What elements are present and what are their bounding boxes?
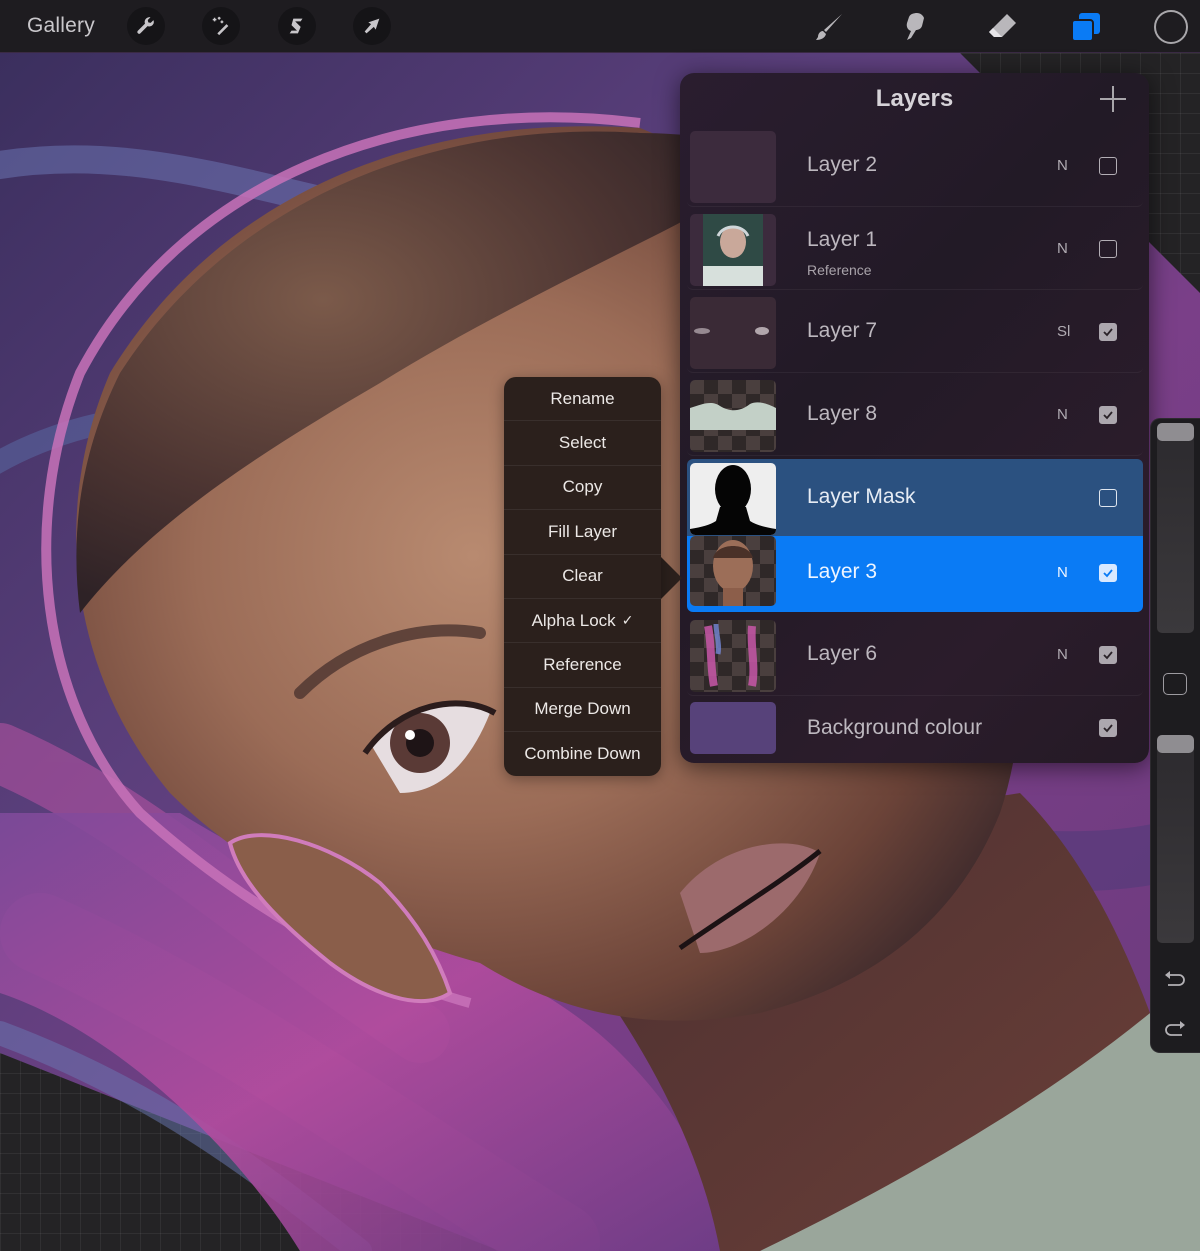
undo-icon: [1165, 971, 1185, 986]
undo-button[interactable]: [1162, 967, 1188, 991]
menu-item-label: Merge Down: [534, 699, 631, 719]
brush-opacity-slider-thumb[interactable]: [1157, 735, 1194, 753]
layer-row-background-colour[interactable]: Background colour: [687, 696, 1143, 760]
layer-name[interactable]: Layer 6: [807, 642, 877, 666]
menu-item-combine-down[interactable]: Combine Down: [504, 732, 661, 776]
gallery-button[interactable]: Gallery: [27, 14, 95, 38]
layer-row-layer-2[interactable]: Layer 2 N: [687, 127, 1143, 207]
menu-item-label: Alpha Lock: [531, 610, 616, 630]
top-toolbar: Gallery: [0, 0, 1200, 53]
layer-visibility-checkbox[interactable]: [1099, 157, 1117, 175]
brush-tool-button[interactable]: [810, 8, 848, 46]
color-picker-swatch[interactable]: [1154, 10, 1188, 44]
layer-thumbnail: [690, 380, 776, 452]
checkmark-icon: [1103, 411, 1113, 420]
eraser-icon: [989, 14, 1016, 37]
layer-visibility-checkbox[interactable]: [1099, 240, 1117, 258]
background-color-swatch[interactable]: [690, 702, 776, 754]
layers-panel: Layers Layer 2 N Layer 1 Reference N Lay…: [680, 73, 1149, 763]
layer-name[interactable]: Layer 3: [807, 560, 877, 584]
layer-row-layer-mask[interactable]: Layer Mask: [687, 459, 1143, 539]
selection-button[interactable]: [278, 7, 316, 45]
magic-wand-icon: [212, 16, 229, 36]
menu-item-alpha-lock[interactable]: Alpha Lock ✓: [504, 599, 661, 644]
menu-item-label: Select: [558, 433, 607, 453]
menu-item-label: Rename: [550, 388, 615, 408]
arrow-cursor-icon: [364, 18, 380, 34]
blend-mode-button[interactable]: N: [1057, 157, 1068, 174]
blend-mode-button[interactable]: N: [1057, 406, 1068, 423]
context-menu-pointer: [660, 556, 682, 600]
layers-tool-button[interactable]: [1067, 8, 1105, 46]
layer-row-layer-1[interactable]: Layer 1 Reference N: [687, 210, 1143, 290]
layer-name[interactable]: Layer 1: [807, 228, 877, 252]
layer-row-layer-6[interactable]: Layer 6 N: [687, 616, 1143, 696]
blend-mode-button[interactable]: N: [1057, 240, 1068, 257]
menu-item-label: Clear: [562, 566, 603, 586]
layer-thumbnail: [690, 214, 776, 286]
brush-size-slider[interactable]: [1157, 423, 1194, 633]
layer-row-layer-7[interactable]: Layer 7 Sl: [687, 293, 1143, 373]
transform-button[interactable]: [353, 7, 391, 45]
checkmark-icon: [1103, 328, 1113, 337]
checkmark-icon: [1103, 724, 1113, 733]
smudge-tool-button[interactable]: [895, 8, 933, 46]
menu-item-rename[interactable]: Rename: [504, 377, 661, 422]
layer-visibility-checkbox[interactable]: [1099, 564, 1117, 582]
adjustments-button[interactable]: [202, 7, 240, 45]
layer-visibility-checkbox[interactable]: [1099, 719, 1117, 737]
layer-thumbnail: [690, 463, 776, 535]
menu-item-select[interactable]: Select: [504, 421, 661, 466]
selection-s-icon: [289, 18, 303, 34]
layer-name[interactable]: Layer 2: [807, 153, 877, 177]
menu-item-merge-down[interactable]: Merge Down: [504, 688, 661, 733]
layer-row-layer-3[interactable]: Layer 3 N: [687, 536, 1143, 612]
layer-thumbnail: [690, 297, 776, 369]
menu-item-clear[interactable]: Clear: [504, 555, 661, 599]
menu-item-label: Copy: [562, 477, 603, 497]
layer-name[interactable]: Layer Mask: [807, 485, 916, 509]
layer-row-layer-8[interactable]: Layer 8 N: [687, 376, 1143, 456]
layer-thumbnail: [690, 620, 776, 692]
layers-icon: [1071, 13, 1100, 42]
layer-thumbnail: [690, 131, 776, 203]
blend-mode-button[interactable]: Sl: [1057, 323, 1070, 340]
layer-name[interactable]: Layer 7: [807, 319, 877, 343]
menu-item-reference[interactable]: Reference: [504, 643, 661, 688]
smudge-finger-icon: [906, 13, 924, 40]
eraser-tool-button[interactable]: [983, 8, 1021, 46]
checkmark-icon: [1103, 651, 1113, 660]
layer-options-menu: Rename Select Copy Fill Layer Clear Alph…: [504, 377, 661, 776]
modify-button[interactable]: [1163, 673, 1187, 695]
blend-mode-button[interactable]: N: [1057, 564, 1068, 581]
layers-panel-title: Layers: [875, 85, 954, 112]
layer-visibility-checkbox[interactable]: [1099, 646, 1117, 664]
menu-item-label: Reference: [543, 655, 622, 675]
layer-name[interactable]: Layer 8: [807, 402, 877, 426]
add-layer-button[interactable]: [1100, 86, 1126, 112]
menu-item-label: Fill Layer: [548, 521, 617, 541]
layer-visibility-checkbox[interactable]: [1099, 489, 1117, 507]
checkmark-icon: ✓: [621, 612, 634, 629]
brush-opacity-slider[interactable]: [1157, 735, 1194, 943]
layer-subtitle: Reference: [807, 262, 872, 278]
layer-visibility-checkbox[interactable]: [1099, 406, 1117, 424]
layer-visibility-checkbox[interactable]: [1099, 323, 1117, 341]
redo-button[interactable]: [1162, 1017, 1188, 1041]
menu-item-label: Combine Down: [524, 744, 641, 764]
wrench-icon: [137, 17, 154, 34]
menu-item-copy[interactable]: Copy: [504, 466, 661, 511]
paintbrush-icon: [816, 14, 842, 40]
actions-button[interactable]: [127, 7, 165, 45]
layer-name[interactable]: Background colour: [807, 716, 982, 740]
layer-thumbnail: [690, 536, 776, 606]
blend-mode-button[interactable]: N: [1057, 646, 1068, 663]
redo-icon: [1165, 1021, 1185, 1036]
brush-size-slider-thumb[interactable]: [1157, 423, 1194, 441]
brush-sidebar: [1150, 418, 1200, 1053]
checkmark-icon: [1103, 569, 1113, 578]
menu-item-fill-layer[interactable]: Fill Layer: [504, 510, 661, 555]
